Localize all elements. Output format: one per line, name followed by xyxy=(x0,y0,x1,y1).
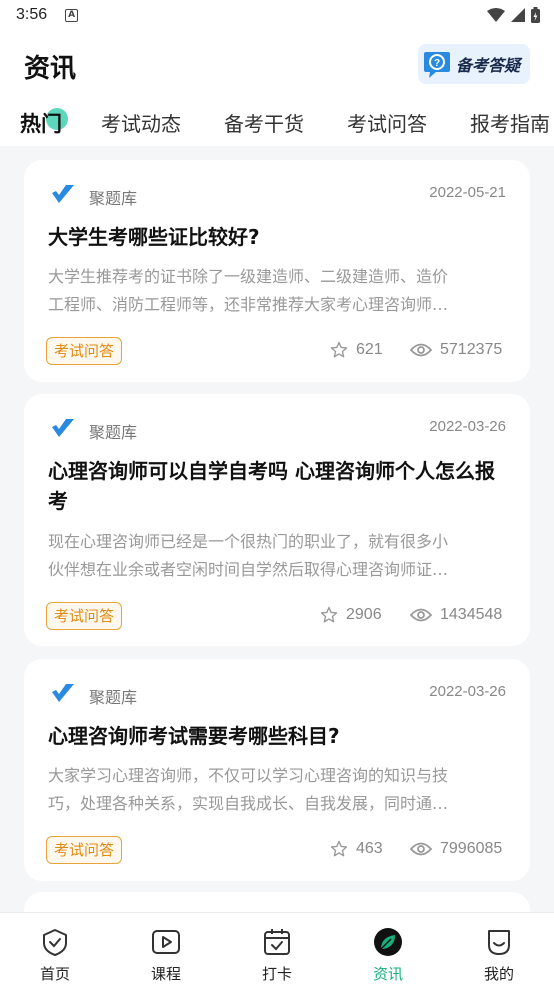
nav-label: 首页 xyxy=(39,965,70,983)
article-source: 聚题库 xyxy=(89,688,138,707)
qa-button-label: 备考答疑 xyxy=(456,56,521,75)
article-date: 2022-03-26 xyxy=(429,683,506,700)
notification-icon: A xyxy=(65,8,79,22)
eye-icon xyxy=(410,608,432,622)
favorite-stat[interactable]: 463 xyxy=(330,840,383,858)
article-title[interactable]: 心理咨询师可以自学自考吗 心理咨询师个人怎么报考 xyxy=(48,456,508,516)
tab-registration-guide[interactable]: 报考指南 xyxy=(470,108,550,137)
battery-icon xyxy=(531,7,540,23)
tab-hot[interactable]: 热门 xyxy=(20,108,62,138)
tab-exam-news[interactable]: 考试动态 xyxy=(101,108,181,137)
source-logo-icon xyxy=(52,419,74,437)
eye-icon xyxy=(410,343,432,357)
page-title: 资讯 xyxy=(24,54,77,84)
star-icon xyxy=(320,606,338,623)
nav-item-news[interactable]: 资讯 xyxy=(333,913,443,984)
article-summary: 现在心理咨询师已经是一个很热门的职业了，就有很多小 伙伴想在业余或者空闲时间自学… xyxy=(48,528,506,584)
article-summary-line: 大家学习心理咨询师，不仅可以学习心理咨询的知识与技 xyxy=(48,766,449,785)
header: 资讯 ? 备考答疑 xyxy=(0,30,554,100)
article-title[interactable]: 心理咨询师考试需要考哪些科目? xyxy=(48,721,508,751)
article-summary-line: 伙伴想在业余或者空闲时间自学然后取得心理咨询师证… xyxy=(48,560,449,579)
wifi-icon xyxy=(487,8,505,22)
article-card[interactable]: 聚题库 2022-03-26 心理咨询师考试需要考哪些科目? 大家学习心理咨询师… xyxy=(24,659,530,881)
status-time: 3:56 xyxy=(16,6,48,23)
article-summary-line: 工程师、消防工程师等，还非常推荐大家考心理咨询师… xyxy=(48,295,449,314)
category-tabs: 热门 考试动态 备考干货 考试问答 报考指南 xyxy=(0,100,554,146)
article-source: 聚题库 xyxy=(89,423,138,442)
star-icon xyxy=(330,341,348,358)
nav-item-checkin[interactable]: 打卡 xyxy=(222,913,332,984)
article-date: 2022-05-21 xyxy=(429,184,506,201)
favorite-count: 2906 xyxy=(346,606,382,623)
nav-label: 打卡 xyxy=(261,965,292,983)
question-chat-icon: ? xyxy=(424,52,450,78)
views-count: 5712375 xyxy=(440,341,503,358)
calendar-check-icon xyxy=(264,929,290,955)
article-summary-line: 大学生推荐考的证书除了一级建造师、二级建造师、造价 xyxy=(48,267,449,286)
article-card[interactable]: 聚题库 2022-03-26 心理咨询师可以自学自考吗 心理咨询师个人怎么报考 … xyxy=(24,394,530,646)
article-summary: 大学生推荐考的证书除了一级建造师、二级建造师、造价 工程师、消防工程师等，还非常… xyxy=(48,263,506,319)
nav-item-profile[interactable]: 我的 xyxy=(444,913,554,984)
article-tag[interactable]: 考试问答 xyxy=(46,337,123,365)
views-count: 7996085 xyxy=(440,840,503,857)
qa-button[interactable]: ? 备考答疑 xyxy=(418,44,530,84)
favorite-count: 621 xyxy=(356,341,383,358)
article-summary-line: 巧，处理各种关系，实现自我成长、自我发展，同时通… xyxy=(48,794,449,813)
nav-label: 我的 xyxy=(483,965,514,983)
svg-text:?: ? xyxy=(434,58,440,69)
source-logo-icon xyxy=(52,684,74,702)
article-card[interactable]: 聚题库 2022-05-21 大学生考哪些证比较好? 大学生推荐考的证书除了一级… xyxy=(24,160,530,382)
status-icons xyxy=(487,7,540,23)
article-summary-line: 现在心理咨询师已经是一个很热门的职业了，就有很多小 xyxy=(48,532,449,551)
signal-icon xyxy=(511,8,525,22)
leaf-icon xyxy=(374,928,402,956)
favorite-count: 463 xyxy=(356,840,383,857)
article-summary: 大家学习心理咨询师，不仅可以学习心理咨询的知识与技 巧，处理各种关系，实现自我成… xyxy=(48,762,506,818)
bottom-nav: 首页 课程 打卡 资讯 我的 xyxy=(0,912,554,984)
article-tag[interactable]: 考试问答 xyxy=(46,836,123,864)
home-shield-icon xyxy=(43,929,67,956)
article-date: 2022-03-26 xyxy=(429,418,506,435)
favorite-stat[interactable]: 621 xyxy=(330,341,383,359)
status-bar: 3:56 A xyxy=(0,0,554,30)
article-tag[interactable]: 考试问答 xyxy=(46,602,123,630)
tab-prep-tips[interactable]: 备考干货 xyxy=(224,108,304,137)
views-stat: 5712375 xyxy=(410,341,502,359)
play-icon xyxy=(152,930,180,954)
source-logo-icon xyxy=(52,185,74,203)
article-title[interactable]: 大学生考哪些证比较好? xyxy=(48,222,508,252)
views-count: 1434548 xyxy=(440,606,503,623)
nav-label: 资讯 xyxy=(372,965,403,983)
tab-exam-qa[interactable]: 考试问答 xyxy=(347,108,427,137)
star-icon xyxy=(330,840,348,857)
eye-icon xyxy=(410,842,432,856)
nav-item-courses[interactable]: 课程 xyxy=(111,913,221,984)
views-stat: 7996085 xyxy=(410,840,502,858)
views-stat: 1434548 xyxy=(410,606,502,624)
favorite-stat[interactable]: 2906 xyxy=(320,606,382,624)
nav-label: 课程 xyxy=(150,965,181,983)
article-source: 聚题库 xyxy=(89,189,138,208)
nav-item-home[interactable]: 首页 xyxy=(0,913,110,984)
profile-icon xyxy=(488,930,510,955)
